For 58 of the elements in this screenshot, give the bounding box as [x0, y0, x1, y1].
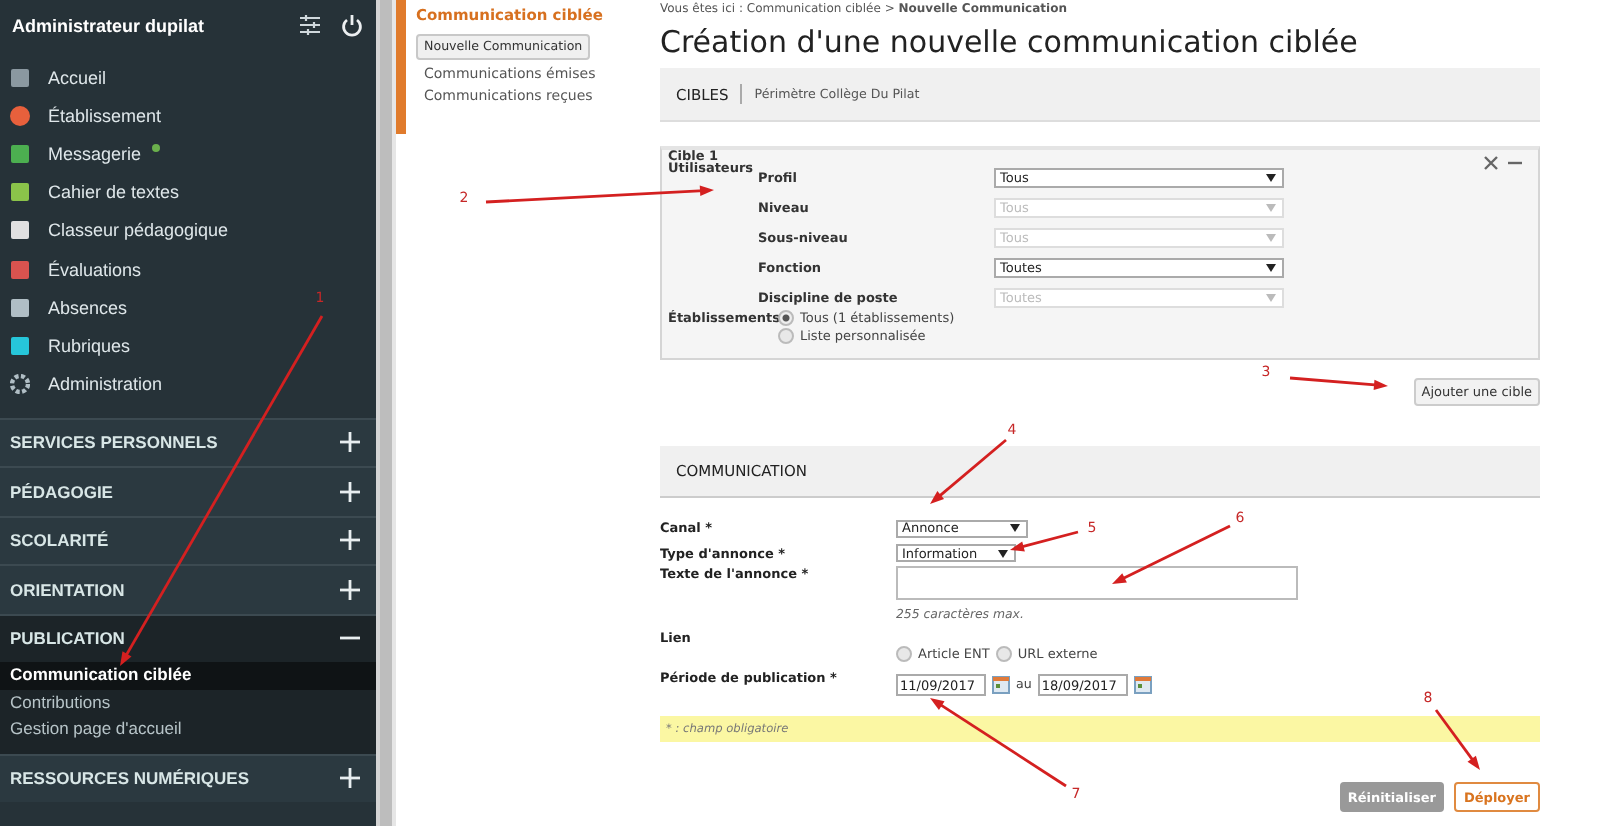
calendar-icon[interactable]	[992, 676, 1010, 694]
annotation-arrow	[1010, 530, 1079, 552]
menu-icon	[10, 182, 30, 203]
menu-item[interactable]: Accueil	[0, 58, 107, 97]
scrollbar[interactable]	[376, 0, 396, 826]
menu-item[interactable]: Rubriques	[0, 326, 131, 365]
caret-icon	[998, 549, 1008, 558]
menu-item[interactable]: Classeur pédagogique	[0, 211, 229, 250]
annotation-arrow	[1434, 709, 1480, 770]
expand-icon[interactable]	[340, 530, 360, 551]
menu-item[interactable]: Administration	[0, 365, 163, 404]
menu-item[interactable]: Évaluations	[0, 249, 142, 289]
expand-icon[interactable]	[340, 481, 360, 502]
page-title: Création d'une nouvelle communication ciblée	[660, 24, 1360, 60]
menu-icon	[10, 259, 30, 280]
expand-icon[interactable]	[340, 432, 360, 453]
menu-section[interactable]: PUBLICATION	[0, 613, 376, 663]
radio-button[interactable]	[778, 310, 794, 327]
radio-button[interactable]	[995, 646, 1012, 662]
menu-icon	[10, 297, 30, 318]
annotation-arrow	[930, 438, 1007, 504]
expand-icon[interactable]	[340, 768, 360, 789]
menu-section[interactable]: ORIENTATION	[0, 564, 376, 614]
caret-icon	[1266, 204, 1276, 213]
menu-icon	[10, 220, 30, 241]
menu-icon	[10, 335, 30, 356]
close-icon[interactable]	[1484, 156, 1498, 170]
radio-button[interactable]	[778, 327, 794, 344]
caret-icon	[1266, 233, 1276, 242]
menu-item[interactable]: Absences	[0, 288, 128, 327]
minimize-icon[interactable]	[1508, 156, 1522, 170]
settings-icon[interactable]	[298, 14, 322, 36]
menu-icon	[10, 67, 30, 88]
calendar-icon[interactable]	[1133, 676, 1152, 694]
caret-icon	[1266, 263, 1276, 272]
power-icon[interactable]	[340, 13, 364, 37]
radio-button[interactable]	[896, 646, 912, 662]
annotation-arrow	[1112, 524, 1231, 584]
submenu-item[interactable]: Contributions	[0, 689, 376, 717]
caret-icon	[1266, 293, 1276, 302]
menu-section[interactable]: RESSOURCES NUMÉRIQUES	[0, 753, 376, 803]
menu-item[interactable]: Cahier de textes	[0, 173, 180, 212]
expand-icon[interactable]	[340, 579, 360, 600]
menu-item[interactable]: Établissement	[0, 96, 162, 135]
submenu-item[interactable]: Communication ciblée	[0, 662, 376, 690]
menu-icon	[10, 374, 30, 395]
caret-icon	[1266, 174, 1276, 183]
submenu-item[interactable]: Gestion page d'accueil	[0, 716, 376, 744]
user-name: Administrateur dupilat	[12, 15, 207, 35]
caret-icon	[1010, 524, 1020, 533]
menu-section[interactable]: SCOLARITÉ	[0, 515, 376, 565]
menu-item[interactable]: Messagerie	[0, 134, 160, 174]
annotation-arrow	[1289, 376, 1388, 391]
annotation-arrow	[930, 698, 1067, 788]
menu-icon	[10, 143, 30, 164]
menu-section[interactable]: SERVICES PERSONNELS	[0, 417, 376, 467]
menu-section[interactable]: PÉDAGOGIE	[0, 466, 376, 516]
menu-icon	[10, 105, 30, 126]
